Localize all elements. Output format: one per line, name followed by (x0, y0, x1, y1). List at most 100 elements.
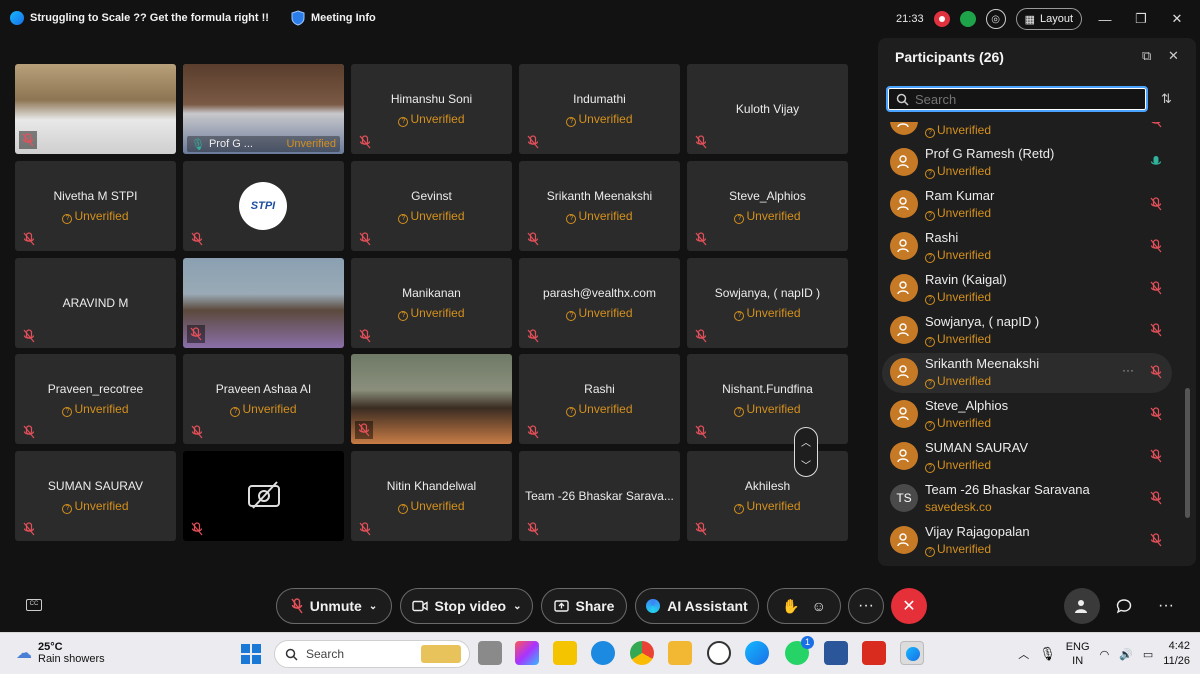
participant-search-box[interactable] (886, 86, 1148, 112)
word-icon[interactable] (824, 641, 848, 665)
task-view-icon[interactable] (478, 641, 502, 665)
participant-row[interactable]: Vijay Rajagopalan? Unverified (882, 521, 1172, 561)
language-indicator[interactable]: ENG IN (1066, 640, 1090, 668)
participant-row[interactable]: Sowjanya, ( napID )? Unverified (882, 311, 1172, 351)
participant-row[interactable]: Srikanth Meenakshi? Unverified ··· (882, 353, 1172, 393)
participant-tile[interactable]: Kuloth Vijay (687, 64, 848, 154)
webex-active-icon[interactable] (900, 641, 924, 665)
participant-row[interactable]: Steve_Alphios? Unverified (882, 395, 1172, 435)
chat-icon[interactable] (1106, 588, 1142, 624)
participant-tile[interactable]: Nishant.Fundfina? Unverified (687, 354, 848, 444)
participant-tile[interactable] (351, 354, 512, 444)
minimize-icon[interactable]: — (1092, 12, 1118, 27)
raise-hand-icon[interactable]: ✋ (782, 598, 799, 615)
participant-row[interactable]: Rashi? Unverified (882, 227, 1172, 267)
participant-tile[interactable]: Nitin Khandelwal? Unverified (351, 451, 512, 541)
windows-start-icon[interactable] (241, 644, 261, 664)
panel-scrollbar[interactable] (1185, 388, 1190, 518)
grid-scroll-control[interactable]: ︿ ﹀ (794, 427, 818, 477)
mic-muted-icon[interactable] (1150, 449, 1162, 463)
mic-muted-icon[interactable] (1150, 533, 1162, 547)
participant-tile[interactable]: Srikanth Meenakshi? Unverified (519, 161, 680, 251)
participant-tile[interactable]: Praveen Ashaa AI? Unverified (183, 354, 344, 444)
participant-tile[interactable]: Praveen_recotree? Unverified (15, 354, 176, 444)
mic-muted-icon[interactable] (1150, 323, 1162, 337)
tray-mic-muted-icon[interactable]: 🎙 (1039, 646, 1056, 662)
participant-row[interactable]: Prof G Ramesh (Retd)? Unverified (882, 143, 1172, 183)
recording-icon[interactable] (933, 11, 950, 27)
view-options-icon[interactable]: ◎ (985, 9, 1006, 29)
mic-muted-icon[interactable] (1150, 407, 1162, 421)
meeting-info-link[interactable]: Meeting Info (311, 12, 376, 24)
participants-toggle-icon[interactable] (1064, 588, 1100, 624)
clock-app-icon[interactable] (707, 641, 731, 665)
weather-widget[interactable]: ☁ 25°C Rain showers (16, 641, 105, 665)
mic-muted-icon[interactable] (1150, 197, 1162, 211)
whatsapp-icon[interactable]: 1 (785, 636, 814, 665)
panel-more-icon[interactable]: ··· (1148, 588, 1184, 624)
mic-muted-icon[interactable] (1150, 239, 1162, 253)
participant-tile[interactable]: 🎙 Prof G ... Unverified (183, 64, 344, 154)
participant-tile[interactable]: Team -26 Bhaskar Sarava... (519, 451, 680, 541)
participant-tile[interactable]: Indumathi? Unverified (519, 64, 680, 154)
unmute-button[interactable]: Unmute ⌄ (276, 588, 392, 624)
mic-muted-icon[interactable] (1150, 281, 1162, 295)
participant-row[interactable]: SUMAN SAURAV? Unverified (882, 437, 1172, 477)
participant-tile[interactable] (183, 451, 344, 541)
unmute-options-icon[interactable]: ⌄ (369, 601, 377, 612)
reactions-button[interactable]: ✋ ☺ (767, 588, 841, 624)
participant-tile[interactable]: Manikanan? Unverified (351, 258, 512, 348)
wifi-icon[interactable]: ◠ (1100, 648, 1110, 661)
sort-icon[interactable]: ⇅ (1161, 91, 1172, 107)
sticky-notes-icon[interactable] (553, 641, 577, 665)
participant-tile[interactable]: parash@vealthx.com? Unverified (519, 258, 680, 348)
webex-taskbar-icon[interactable] (745, 641, 769, 665)
ai-assistant-button[interactable]: AI Assistant (635, 588, 759, 624)
scroll-down-icon[interactable]: ﹀ (795, 457, 817, 472)
participant-tile[interactable]: Rashi? Unverified (519, 354, 680, 444)
more-options-icon[interactable]: ··· (848, 588, 884, 624)
popout-icon[interactable]: ⧉ (1142, 48, 1151, 64)
participant-tile[interactable] (183, 258, 344, 348)
pdf-reader-icon[interactable] (862, 641, 886, 665)
edge-icon[interactable] (591, 641, 615, 665)
participant-row[interactable]: ? Unverified (882, 122, 1172, 142)
layout-button[interactable]: ▦ Layout (1015, 8, 1082, 30)
file-explorer-icon[interactable] (668, 641, 692, 665)
participant-tile[interactable] (15, 64, 176, 154)
mic-muted-icon[interactable] (1150, 491, 1162, 505)
volume-icon[interactable]: 🔊 (1119, 648, 1133, 661)
participant-search-input[interactable] (915, 91, 1115, 107)
participant-more-icon[interactable]: ··· (1122, 363, 1134, 377)
participant-tile[interactable]: SUMAN SAURAV? Unverified (15, 451, 176, 541)
taskbar-search[interactable]: Search (274, 640, 470, 668)
participant-tile[interactable]: ARAVIND M (15, 258, 176, 348)
closed-captions-icon[interactable]: CC (26, 599, 42, 611)
participant-tile[interactable]: Akhilesh? Unverified (687, 451, 848, 541)
stop-video-button[interactable]: Stop video ⌄ (400, 588, 533, 624)
participant-row[interactable]: Ravin (Kaigal)? Unverified (882, 269, 1172, 309)
end-call-icon[interactable]: ✕ (891, 588, 927, 624)
mic-muted-icon[interactable] (1150, 365, 1162, 379)
participant-tile[interactable]: Nivetha M STPI? Unverified (15, 161, 176, 251)
video-options-icon[interactable]: ⌄ (513, 601, 521, 612)
tray-overflow-icon[interactable]: ︿ (1018, 646, 1029, 662)
panel-close-icon[interactable]: ✕ (1168, 48, 1179, 64)
participant-row[interactable]: Ram Kumar? Unverified (882, 185, 1172, 225)
participant-tile[interactable]: STPI (183, 161, 344, 251)
share-button[interactable]: Share (541, 588, 627, 624)
participant-row[interactable]: TS Team -26 Bhaskar Saravana savedesk.co (882, 479, 1172, 519)
battery-icon[interactable]: ▭ (1143, 648, 1153, 661)
mic-active-icon[interactable] (1150, 155, 1162, 169)
participant-tile[interactable]: Sowjanya, ( napID )? Unverified (687, 258, 848, 348)
close-icon[interactable]: ✕ (1164, 11, 1190, 27)
copilot-icon[interactable] (515, 641, 539, 665)
participant-tile[interactable]: Steve_Alphios? Unverified (687, 161, 848, 251)
scroll-up-icon[interactable]: ︿ (795, 434, 817, 449)
emoji-reaction-icon[interactable]: ☺ (812, 598, 826, 614)
shield-icon[interactable] (291, 10, 305, 26)
participant-tile[interactable]: Gevinst? Unverified (351, 161, 512, 251)
chrome-icon[interactable] (630, 641, 654, 665)
restore-icon[interactable]: ❐ (1128, 11, 1154, 27)
taskbar-clock[interactable]: 4:42 11/26 (1163, 639, 1190, 669)
